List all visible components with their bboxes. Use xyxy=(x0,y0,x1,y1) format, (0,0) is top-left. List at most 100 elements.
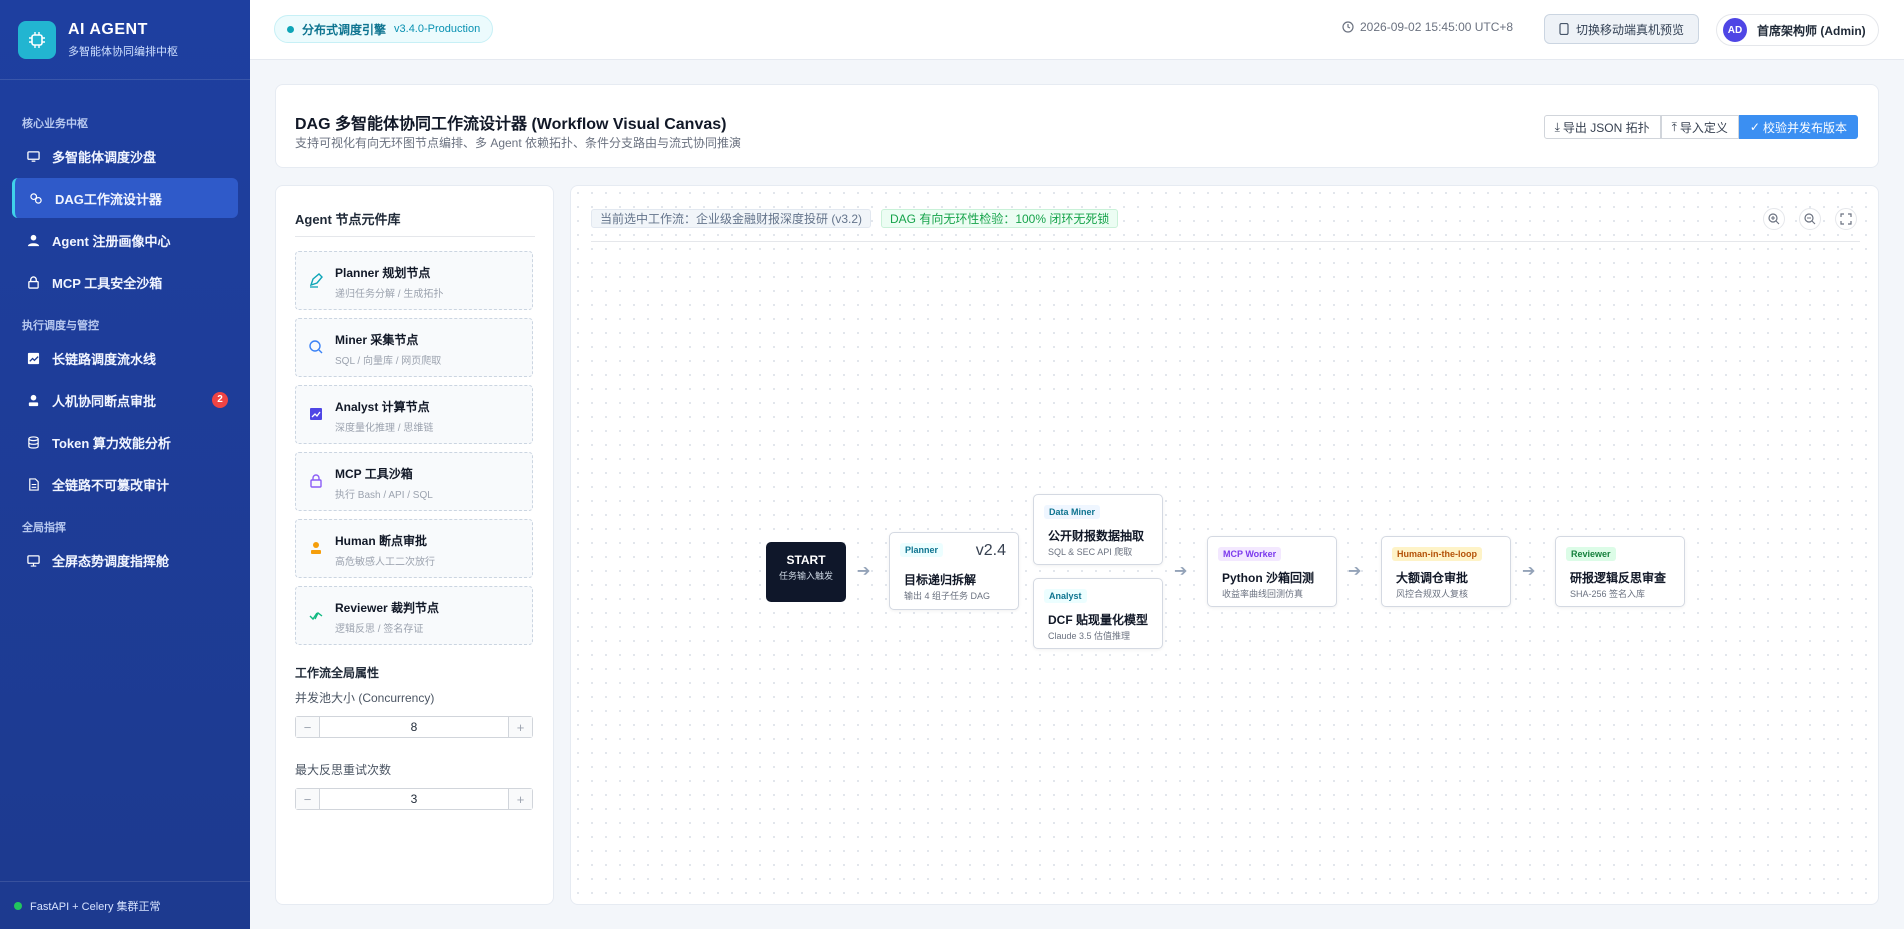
engine-version: v3.4.0-Production xyxy=(394,23,481,35)
dag-node-reviewer[interactable]: Reviewer 研报逻辑反思审查 SHA-256 签名入库 xyxy=(1555,536,1685,607)
lock-icon xyxy=(310,474,322,488)
library-item-human[interactable]: Human 断点审批 高危敏感人工二次放行 xyxy=(295,519,533,578)
engine-status-pill: 分布式调度引擎 v3.4.0-Production xyxy=(274,15,494,43)
concurrency-decrement-button[interactable]: − xyxy=(296,717,320,737)
cluster-status-text: FastAPI + Celery 集群正常 xyxy=(30,900,161,913)
node-title: 目标递归拆解 xyxy=(904,573,977,587)
node-desc: SQL & SEC API 爬取 xyxy=(1048,547,1133,557)
zoom-in-button[interactable] xyxy=(1763,208,1785,230)
zoom-out-button[interactable] xyxy=(1799,208,1821,230)
person-icon xyxy=(26,393,40,407)
concurrency-increment-button[interactable]: + xyxy=(508,717,532,737)
concurrency-stepper: − 8 + xyxy=(295,716,533,738)
retry-increment-button[interactable]: + xyxy=(508,789,532,809)
page-header: DAG 多智能体协同工作流设计器 (Workflow Visual Canvas… xyxy=(275,84,1879,168)
download-icon: ⤓ xyxy=(1554,119,1560,134)
sidebar-item-label: 人机协同断点审批 xyxy=(52,393,157,409)
sidebar-item-dag-designer[interactable]: DAG工作流设计器 xyxy=(12,178,238,218)
start-node-title: START xyxy=(786,553,826,567)
library-item-name: Miner 采集节点 xyxy=(335,333,419,347)
node-desc: 输出 4 组子任务 DAG xyxy=(904,591,991,601)
library-item-planner[interactable]: Planner 规划节点 递归任务分解 / 生成拓扑 xyxy=(295,251,533,310)
brand: AI AGENT 多智能体协同编排中枢 xyxy=(0,0,250,80)
library-item-desc: 递归任务分解 / 生成拓扑 xyxy=(335,289,444,300)
library-item-desc: 高危敏感人工二次放行 xyxy=(335,557,435,568)
node-title: Python 沙箱回测 xyxy=(1222,571,1314,585)
node-desc: 风控合规双人复核 xyxy=(1396,589,1469,599)
sidebar-item-label: 全屏态势调度指挥舱 xyxy=(52,553,170,569)
sidebar-item-human-approval[interactable]: 人机协同断点审批 2 xyxy=(12,380,238,420)
library-item-reviewer[interactable]: Reviewer 裁判节点 逻辑反思 / 签名存证 xyxy=(295,586,533,645)
sidebar-item-agent-registry[interactable]: Agent 注册画像中心 xyxy=(12,220,238,260)
workflow-canvas[interactable]: 当前选中工作流：企业级金融财报深度投研 (v3.2) DAG 有向无环性检验：1… xyxy=(570,185,1879,905)
flow-icon xyxy=(29,191,43,205)
node-tag: MCP Worker xyxy=(1218,547,1282,561)
sidebar-item-label: 多智能体调度沙盘 xyxy=(52,149,157,165)
library-item-miner[interactable]: Miner 采集节点 SQL / 向量库 / 网页爬取 xyxy=(295,318,533,377)
node-desc: SHA-256 签名入库 xyxy=(1570,589,1646,599)
sidebar-item-sandbox[interactable]: 多智能体调度沙盘 xyxy=(12,136,238,176)
retry-value[interactable]: 3 xyxy=(320,789,508,809)
publish-button[interactable]: ✓ 校验并发布版本 xyxy=(1738,115,1858,139)
node-desc: 收益率曲线回测仿真 xyxy=(1222,589,1304,599)
workflow-props-title: 工作流全局属性 xyxy=(295,666,380,680)
sidebar-item-label: DAG工作流设计器 xyxy=(55,191,162,207)
sidebar-item-pipeline[interactable]: 长链路调度流水线 xyxy=(12,338,238,378)
chip-icon xyxy=(18,20,56,59)
dag-node-mcp-worker[interactable]: MCP Worker Python 沙箱回测 收益率曲线回测仿真 xyxy=(1207,536,1337,607)
person-icon xyxy=(311,542,321,554)
zoom-out-icon xyxy=(1804,213,1816,225)
node-desc: Claude 3.5 估值推理 xyxy=(1048,631,1131,641)
sidebar-item-label: 长链路调度流水线 xyxy=(52,351,157,367)
topbar: 分布式调度引擎 v3.4.0-Production 2026-09-02 15:… xyxy=(250,0,1904,60)
check-icon xyxy=(309,611,323,621)
sidebar-item-audit[interactable]: 全链路不可篡改审计 xyxy=(12,464,238,504)
fullscreen-icon xyxy=(1840,213,1852,225)
node-library-panel: Agent 节点元件库 Planner 规划节点 递归任务分解 / 生成拓扑 M… xyxy=(275,185,554,905)
chart-icon xyxy=(310,408,322,420)
nav-group-global: 全局指挥 xyxy=(22,522,66,534)
node-tag: Analyst xyxy=(1044,589,1087,603)
retry-decrement-button[interactable]: − xyxy=(296,789,320,809)
lock-icon xyxy=(26,275,40,289)
publish-label: 校验并发布版本 xyxy=(1762,120,1847,135)
sidebar-item-command-center[interactable]: 全屏态势调度指挥舱 xyxy=(12,540,238,580)
canvas-divider xyxy=(591,241,1860,242)
retry-stepper: − 3 + xyxy=(295,788,533,810)
page-subtitle: 支持可视化有向无环图节点编排、多 Agent 依赖拓扑、条件分支路由与流式协同推… xyxy=(295,136,742,150)
import-definition-button[interactable]: ⤒ 导入定义 xyxy=(1660,115,1739,139)
export-json-button[interactable]: ⤓ 导出 JSON 拓扑 xyxy=(1543,115,1661,139)
library-item-name: Human 断点审批 xyxy=(335,534,428,548)
document-icon xyxy=(26,477,40,491)
chart-icon xyxy=(26,351,40,365)
nav-group-exec: 执行调度与管控 xyxy=(22,320,99,332)
clock: 2026-09-02 15:45:00 UTC+8 xyxy=(1342,20,1513,34)
library-item-mcp[interactable]: MCP 工具沙箱 执行 Bash / API / SQL xyxy=(295,452,533,511)
user-menu[interactable]: AD 首席架构师 (Admin) xyxy=(1716,14,1879,46)
fullscreen-button[interactable] xyxy=(1835,208,1857,230)
screen-icon xyxy=(26,553,40,567)
node-title: DCF 贴现量化模型 xyxy=(1048,613,1148,627)
dag-node-human-approval[interactable]: Human-in-the-loop 大额调仓审批 风控合规双人复核 xyxy=(1381,536,1511,607)
start-node[interactable]: START 任务输入触发 xyxy=(766,542,846,602)
brand-title: AI AGENT xyxy=(68,20,148,38)
dag-node-data-miner[interactable]: Data Miner 公开财报数据抽取 SQL & SEC API 爬取 xyxy=(1033,494,1163,565)
edge-arrow-icon: ➔ xyxy=(1348,563,1362,580)
sidebar-item-label: Agent 注册画像中心 xyxy=(52,233,171,249)
sidebar-item-token-analysis[interactable]: Token 算力效能分析 xyxy=(12,422,238,462)
dag-node-planner[interactable]: Planner v2.4 目标递归拆解 输出 4 组子任务 DAG xyxy=(889,532,1019,610)
library-item-analyst[interactable]: Analyst 计算节点 深度量化推理 / 思维链 xyxy=(295,385,533,444)
mobile-preview-button[interactable]: 切换移动端真机预览 xyxy=(1544,14,1700,44)
node-tag: Data Miner xyxy=(1044,505,1101,519)
concurrency-value[interactable]: 8 xyxy=(320,717,508,737)
edge-arrow-icon: ➔ xyxy=(1174,563,1188,580)
library-item-desc: SQL / 向量库 / 网页爬取 xyxy=(335,356,442,367)
dag-node-analyst[interactable]: Analyst DCF 贴现量化模型 Claude 3.5 估值推理 xyxy=(1033,578,1163,649)
sidebar-item-label: MCP 工具安全沙箱 xyxy=(52,275,163,291)
sidebar-item-mcp-sandbox[interactable]: MCP 工具安全沙箱 xyxy=(12,262,238,302)
edge-arrow-icon: ➔ xyxy=(1522,563,1536,580)
database-icon xyxy=(26,435,40,449)
node-tag: Planner xyxy=(900,543,944,557)
node-tag: Reviewer xyxy=(1566,547,1616,561)
library-item-desc: 逻辑反思 / 签名存证 xyxy=(335,624,424,635)
